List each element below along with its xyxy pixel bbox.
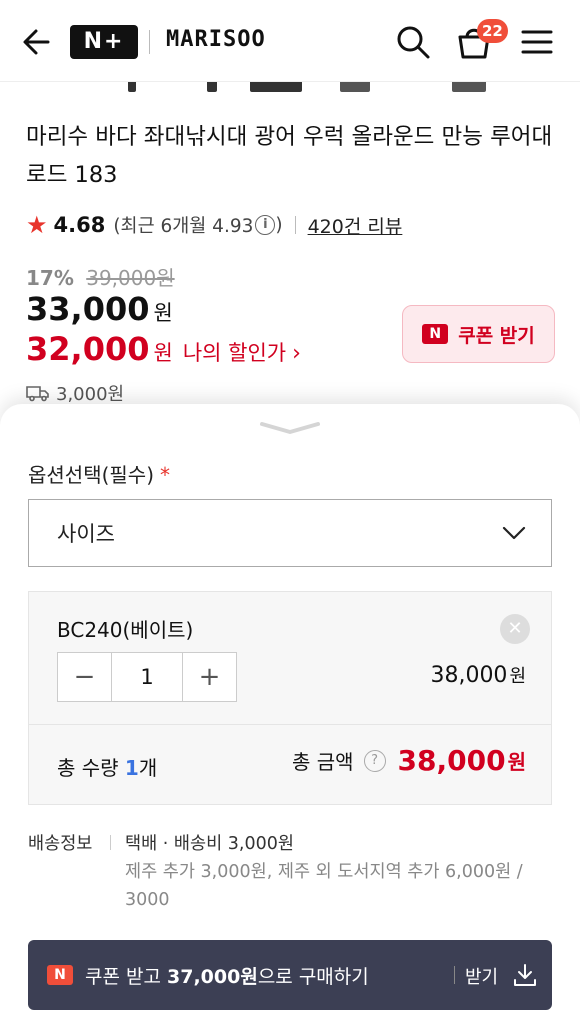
option-bottom-sheet: 옵션선택(필수) * 사이즈 BC240(베이트) ✕ − 1 + 38,000 원… [0,404,580,1024]
star-icon: ★ [26,211,48,239]
recent-rating-close: ) [275,214,283,236]
my-price-label: 나의 할인가 [182,341,287,365]
coupon-button[interactable]: N 쿠폰 받기 [402,305,555,363]
buy-text-prefix: 쿠폰 받고 [85,965,161,988]
rating-score: 4.68 [53,213,106,237]
shipping-info-extra: 제주 추가 3,000원, 제주 외 도서지역 추가 6,000원 / 3000 [125,862,523,910]
selected-option-item: BC240(베이트) ✕ − 1 + 38,000 원 총 수량 1개 총 금액 … [28,591,552,805]
back-arrow-icon[interactable] [18,24,56,60]
option-item-name: BC240(베이트) [57,618,194,642]
chevron-down-icon [502,526,526,540]
total-amount-value: 38,000 [397,744,506,777]
option-item-price-value: 38,000 [430,663,508,688]
download-icon[interactable] [512,962,538,988]
sale-price: 33,000 [26,290,150,328]
discount-row: 17% 39,000원 [26,262,175,291]
naver-plus-logo[interactable]: N+ [70,25,138,59]
required-mark: * [160,463,171,487]
divider [454,966,455,984]
truck-icon [26,386,49,402]
option-label-text: 옵션선택(필수) [28,463,155,487]
minus-icon[interactable]: − [58,653,111,701]
shipping-info-label: 배송정보 [28,834,93,854]
naver-n-icon: N [422,324,449,344]
option-item-price: 38,000 원 [430,662,526,688]
discount-rate: 17% [26,266,74,290]
search-icon[interactable] [393,22,433,62]
total-quantity: 총 수량 1개 [57,752,157,781]
buy-text-suffix: 으로 구매하기 [257,965,369,988]
close-icon[interactable]: ✕ [500,614,530,644]
price-row: 33,000 원 [26,290,173,328]
product-image-strip[interactable] [0,82,580,94]
review-count-link[interactable]: 420건 리뷰 [308,212,403,239]
divider [29,724,551,725]
shipping-fee: 3,000원 [56,384,125,405]
total-amount: 총 금액 ? 38,000 원 [292,744,526,777]
size-select[interactable]: 사이즈 [28,499,552,567]
coupon-buy-button[interactable]: N 쿠폰 받고 37,000원으로 구매하기 받기 [28,940,552,1010]
menu-icon[interactable] [518,24,556,60]
total-qty-unit: 개 [138,756,158,780]
rating-divider [294,216,296,234]
coupon-button-label: 쿠폰 받기 [458,324,535,347]
buy-text-amount: 37,000원 [167,965,258,988]
total-qty-label: 총 수량 [57,756,119,780]
sheet-collapse-handle[interactable] [258,418,322,438]
sale-price-unit: 원 [153,301,173,325]
receive-coupon-label[interactable]: 받기 [465,963,498,989]
product-title: 마리수 바다 좌대낚시대 광어 우럭 올라운드 만능 루어대 로드 183 [26,124,553,188]
brand-logo[interactable]: MARISOO [166,27,266,52]
shipping-info-main: 택배 · 배송비 3,000원 [125,834,294,854]
divider [110,835,111,850]
total-amount-label: 총 금액 [291,750,354,774]
my-price-unit: 원 [153,341,173,365]
total-qty-value: 1 [124,756,139,780]
naver-n-icon: N [47,965,73,985]
my-discount-price[interactable]: 32,000 원 나의 할인가 › [26,330,301,368]
chevron-right-icon: › [292,341,301,366]
rating-row: ★ 4.68 (최근 6개월 4.93 i ) 420건 리뷰 [26,210,402,240]
shipping-fee-row: 3,000원 [26,380,124,406]
original-price: 39,000원 [86,266,175,290]
header: N+ MARISOO 22 [0,0,580,82]
coupon-buy-text: 쿠폰 받고 37,000원으로 구매하기 [85,962,369,989]
quantity-stepper: − 1 + [57,652,237,702]
cart-count-badge: 22 [477,19,508,43]
logo-divider [149,30,150,54]
total-amount-unit: 원 [507,750,526,774]
recent-rating: (최근 6개월 4.93 [113,216,254,237]
info-icon[interactable]: i [255,215,276,235]
my-price: 32,000 [26,330,150,368]
plus-icon[interactable]: + [183,653,236,701]
option-item-price-unit: 원 [509,666,526,687]
question-icon[interactable]: ? [363,749,386,772]
quantity-value[interactable]: 1 [111,653,183,701]
option-label: 옵션선택(필수) * [28,459,170,488]
select-value: 사이즈 [57,522,115,546]
